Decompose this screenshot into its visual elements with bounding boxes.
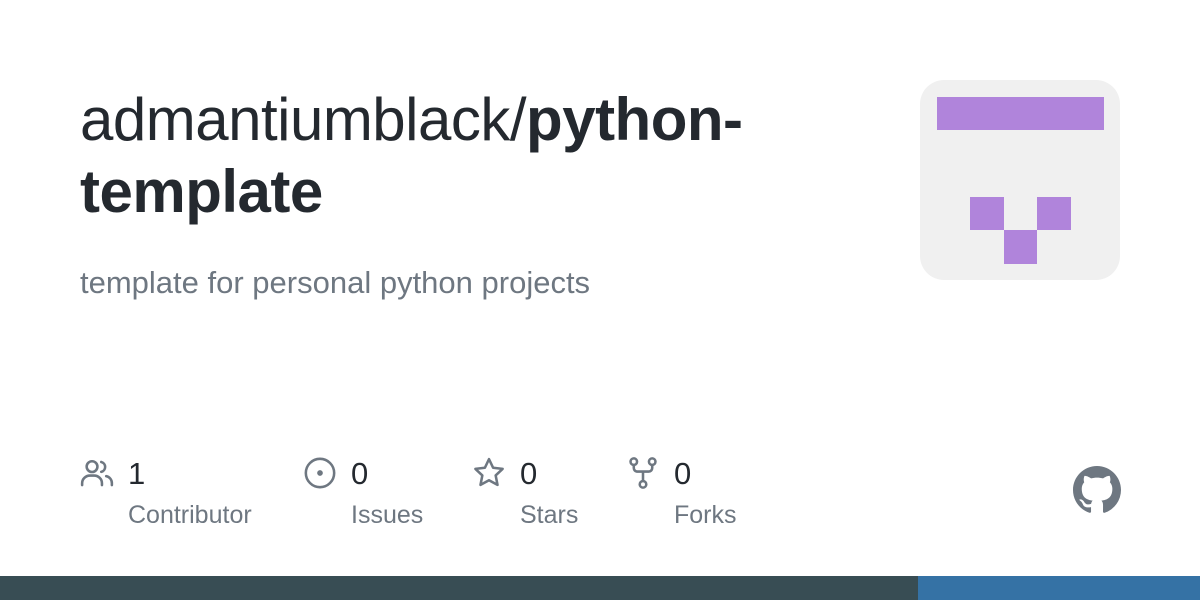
repo-owner: admantiumblack/ bbox=[80, 86, 527, 153]
forks-label: Forks bbox=[674, 501, 737, 529]
language-bar-segment-2 bbox=[918, 576, 1200, 600]
identicon-bar bbox=[937, 97, 1104, 130]
identicon-block-left bbox=[970, 197, 1004, 230]
issues-label: Issues bbox=[351, 501, 424, 529]
stars-count: 0 bbox=[520, 456, 538, 491]
language-bar-segment-1 bbox=[0, 576, 918, 600]
github-logo-icon[interactable] bbox=[1073, 466, 1121, 514]
issues-count: 0 bbox=[351, 456, 369, 491]
issue-opened-icon bbox=[304, 457, 336, 489]
owner-avatar[interactable] bbox=[920, 80, 1120, 280]
identicon bbox=[920, 80, 1120, 280]
star-icon bbox=[474, 457, 504, 487]
contributors-count: 1 bbox=[128, 456, 146, 491]
contributors-label: Contributor bbox=[128, 501, 252, 529]
forks-count: 0 bbox=[674, 456, 692, 491]
repo-forked-icon bbox=[629, 457, 657, 489]
language-bar bbox=[0, 576, 1200, 600]
identicon-block-right bbox=[1037, 197, 1071, 230]
people-icon bbox=[80, 459, 114, 487]
identicon-block-bottom bbox=[1004, 230, 1037, 264]
repo-description: template for personal python projects bbox=[80, 265, 591, 300]
repo-title[interactable]: admantiumblack/python-template bbox=[80, 84, 880, 228]
stars-label: Stars bbox=[520, 501, 579, 529]
